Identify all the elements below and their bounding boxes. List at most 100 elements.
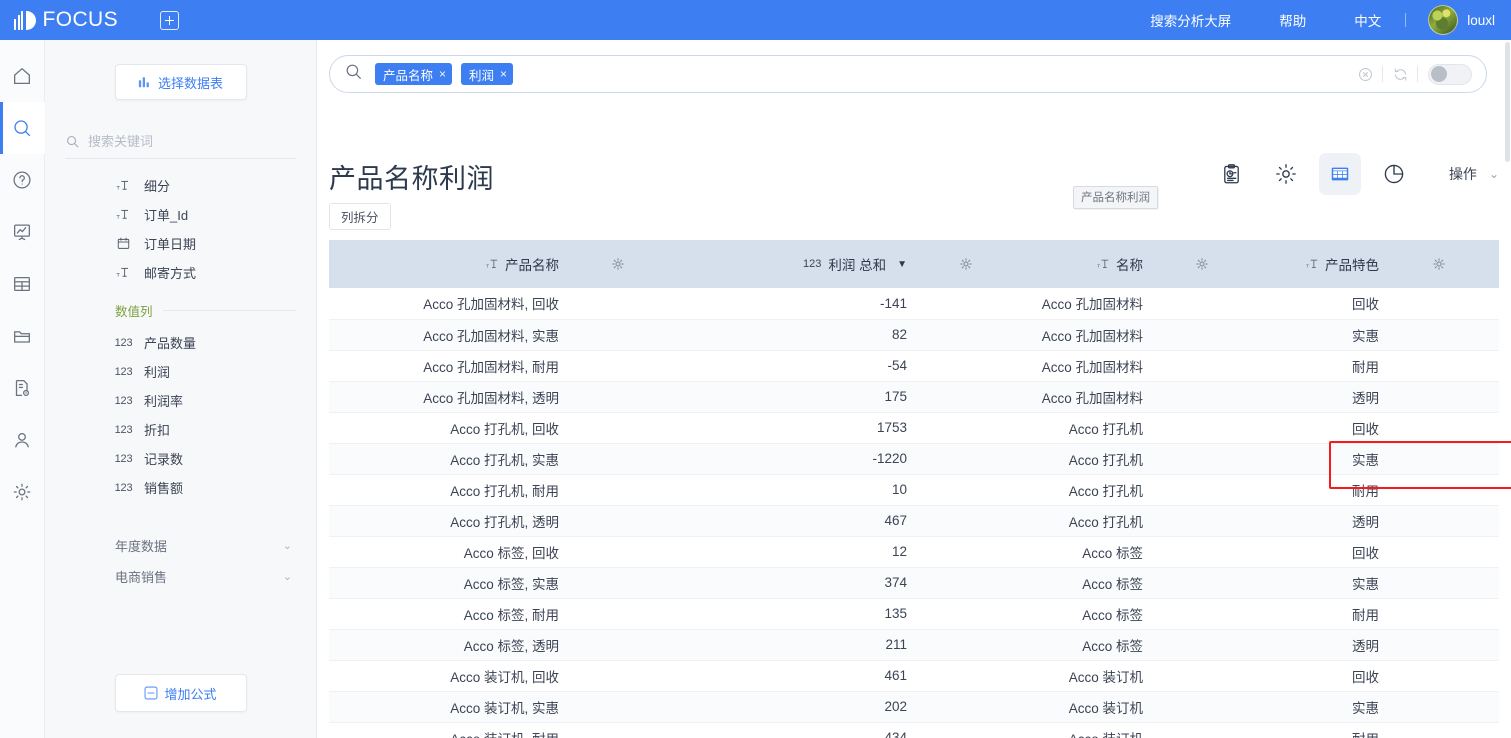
scrollbar-thumb[interactable] [1505,42,1510,162]
toolbar-table-view-button[interactable] [1318,153,1361,195]
search-input[interactable] [88,134,268,149]
number-type-icon: 123 [114,452,133,465]
table-header-profit-sum[interactable]: 123 利润 总和 ▼ [677,240,907,288]
table-row[interactable]: Acco 标签, 实惠 374 Acco 标签 实惠 [329,567,1499,599]
icon-rail [0,40,45,738]
gear-icon[interactable] [1143,257,1261,271]
cell-product-name: Acco 标签, 透明 [329,629,559,661]
table-row[interactable]: Acco 标签, 耐用 135 Acco 标签 耐用 [329,598,1499,630]
field-label: 销售额 [144,481,184,496]
search-icon [14,120,31,137]
plus-square-icon [145,686,158,700]
table-header-gear-0[interactable] [559,240,677,288]
field-item-order-id[interactable]: т 订单_Id [45,200,316,229]
clipboard-clock-icon [1224,163,1240,183]
nav-analysis-dashboard[interactable]: 搜索分析大屏 [1126,10,1255,30]
cell-product-feature: 回收 [1261,288,1379,320]
svg-text:т: т [1306,264,1310,270]
query-search-bar[interactable]: 产品名称 × 利润 × [329,55,1487,93]
document-gear-icon [15,380,30,396]
rail-item-search[interactable] [0,102,45,154]
gear-icon[interactable] [559,257,677,271]
header-label: 产品名称 [505,258,559,273]
sidebar-search[interactable] [65,134,296,158]
rail-item-dashboard[interactable] [0,206,45,258]
toolbar-history-button[interactable] [1211,153,1253,195]
text-type-icon: т [115,178,132,193]
number-type-icon: 123 [114,394,133,407]
table-row[interactable]: Acco 孔加固材料, 回收 -141 Acco 孔加固材料 回收 [329,288,1499,320]
table-header-gear-2[interactable] [1143,240,1261,288]
divider [1405,13,1407,27]
table-row[interactable]: Acco 装订机, 耐用 434 Acco 装订机 耐用 [329,722,1499,738]
user-menu[interactable]: louxl [1428,5,1495,35]
table-row[interactable]: Acco 孔加固材料, 透明 175 Acco 孔加固材料 透明 [329,381,1499,413]
collapsible-ecommerce-sales[interactable]: 电商销售 ⌄ [45,561,316,592]
brand-logo[interactable]: FOCUS [14,8,118,32]
table-header-product-feature[interactable]: т 产品特色 [1261,240,1379,288]
rail-item-help[interactable] [0,154,45,206]
field-list: т 细分 т 订单_Id 订单日期 т 邮寄方式 数值列 123 产品数量 12… [45,159,316,502]
cell-product-feature: 耐用 [1261,598,1379,630]
divider [1417,66,1418,82]
search-icon [66,135,79,148]
field-item-profit[interactable]: 123 利润 [45,357,316,386]
field-item-product-qty[interactable]: 123 产品数量 [45,328,316,357]
collapsible-annual-data[interactable]: 年度数据 ⌄ [45,530,316,561]
gear-icon[interactable] [1379,257,1499,271]
sort-desc-icon[interactable]: ▼ [897,259,907,270]
close-icon[interactable]: × [439,67,446,81]
cell-spacer [1379,443,1499,475]
field-item-ship-mode[interactable]: т 邮寄方式 [45,258,316,287]
nav-language[interactable]: 中文 [1330,10,1405,30]
close-icon[interactable]: × [500,67,507,81]
table-row[interactable]: Acco 装订机, 回收 461 Acco 装订机 回收 [329,660,1499,692]
table-row[interactable]: Acco 打孔机, 透明 467 Acco 打孔机 透明 [329,505,1499,537]
results-toggle[interactable] [1428,63,1472,85]
rail-item-data-config[interactable] [0,362,45,414]
field-item-order-date[interactable]: 订单日期 [45,229,316,258]
rail-item-table[interactable] [0,258,45,310]
field-item-discount[interactable]: 123 折扣 [45,415,316,444]
cell-product-name: Acco 孔加固材料, 实惠 [329,319,559,351]
add-formula-button[interactable]: 增加公式 [114,674,247,712]
table-row[interactable]: Acco 打孔机, 实惠 -1220 Acco 打孔机 实惠 [329,443,1499,475]
field-item-profit-rate[interactable]: 123 利润率 [45,386,316,415]
toolbar-settings-button[interactable] [1265,153,1307,195]
cell-spacer [1143,536,1261,568]
plus-square-icon[interactable] [160,10,179,30]
table-row[interactable]: Acco 打孔机, 回收 1753 Acco 打孔机 回收 [329,412,1499,444]
rail-item-folder[interactable] [0,310,45,362]
table-row[interactable]: Acco 孔加固材料, 耐用 -54 Acco 孔加固材料 耐用 [329,350,1499,382]
cell-spacer [1379,350,1499,382]
table-row[interactable]: Acco 孔加固材料, 实惠 82 Acco 孔加固材料 实惠 [329,319,1499,351]
field-item-subdivision[interactable]: т 细分 [45,171,316,200]
rail-item-home[interactable] [0,50,45,102]
column-split-chip[interactable]: 列拆分 [329,203,391,230]
cell-profit: 434 [677,722,907,738]
toolbar-chart-view-button[interactable] [1373,153,1415,195]
query-chip-profit[interactable]: 利润 × [461,63,514,85]
rail-item-user[interactable] [0,414,45,466]
query-chip-product-name[interactable]: 产品名称 × [375,63,453,85]
table-header-name[interactable]: т 名称 [1025,240,1143,288]
text-type-icon: т [486,257,500,271]
field-item-record-count[interactable]: 123 记录数 [45,444,316,473]
gear-icon[interactable] [907,257,1025,271]
clear-circle-icon[interactable] [1348,66,1382,83]
table-row[interactable]: Acco 标签, 透明 211 Acco 标签 透明 [329,629,1499,661]
table-row[interactable]: Acco 装订机, 实惠 202 Acco 装订机 实惠 [329,691,1499,723]
table-header-gear-3[interactable] [1379,240,1499,288]
select-datatable-button[interactable]: 选择数据表 [114,64,247,100]
field-item-sales[interactable]: 123 销售额 [45,473,316,502]
scrollbar[interactable] [1505,40,1511,738]
table-header-gear-1[interactable] [907,240,1025,288]
nav-help[interactable]: 帮助 [1255,10,1330,30]
table-row[interactable]: Acco 标签, 回收 12 Acco 标签 回收 [329,536,1499,568]
operation-menu-button[interactable]: 操作 ⌄ [1449,164,1499,184]
rail-item-settings[interactable] [0,466,45,518]
table-row[interactable]: Acco 打孔机, 耐用 10 Acco 打孔机 耐用 [329,474,1499,506]
refresh-icon[interactable] [1383,66,1417,83]
table-header-product-name[interactable]: т 产品名称 [329,240,559,288]
cell-profit: 12 [677,536,907,568]
